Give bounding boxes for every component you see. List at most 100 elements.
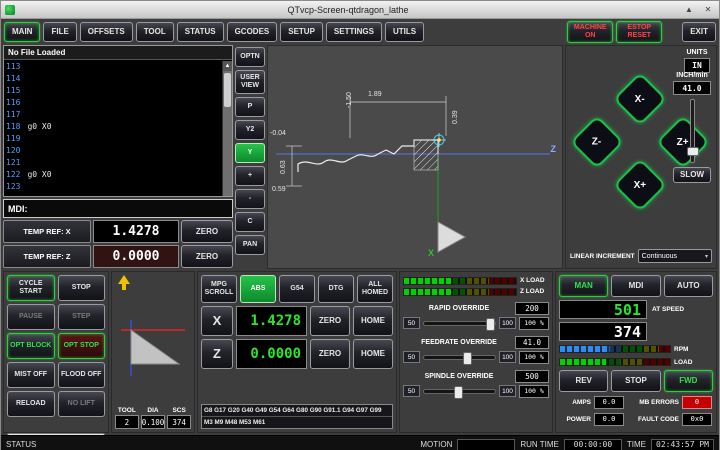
scroll-up-icon[interactable]: ▲ bbox=[223, 61, 232, 71]
mdi-mode-button[interactable]: MDI bbox=[611, 275, 660, 297]
jog-rate-block: INCH/min 41.0 SLOW bbox=[670, 72, 714, 183]
pan-button[interactable]: PAN bbox=[235, 235, 265, 255]
spindle-slider-handle[interactable] bbox=[454, 386, 463, 399]
zoom-in-button[interactable]: + bbox=[235, 166, 265, 186]
options-button[interactable]: OPTN bbox=[235, 47, 265, 67]
gremlin-preview[interactable]: 1.89 -1.50 0.39 -0.04 0.63 0.59 Z X bbox=[267, 45, 563, 269]
gcode-viewer[interactable]: No File Loaded 113 114 115 116 117 118g0… bbox=[3, 45, 233, 197]
g54-button[interactable]: G54 bbox=[279, 275, 315, 303]
tool-dia-value: 0.100 bbox=[141, 415, 166, 429]
linear-increment-select[interactable]: Continuous ▾ bbox=[638, 249, 712, 263]
auto-mode-button[interactable]: AUTO bbox=[664, 275, 713, 297]
x-home-button[interactable]: HOME bbox=[353, 306, 393, 336]
list-item[interactable]: 115 bbox=[6, 85, 221, 97]
x-axis-label: X bbox=[428, 248, 434, 258]
jog-rate-display: 41.0 bbox=[673, 81, 711, 95]
user-view-button[interactable]: USER VIEW bbox=[235, 70, 265, 94]
zero-x-button[interactable]: ZERO bbox=[181, 220, 233, 243]
jog-x-minus-button[interactable]: X- bbox=[613, 72, 667, 126]
feed-override-slider[interactable] bbox=[423, 355, 496, 360]
step-button[interactable]: STEP bbox=[58, 304, 106, 330]
list-item[interactable]: 114 bbox=[6, 73, 221, 85]
feed-slider-handle[interactable] bbox=[463, 352, 472, 365]
close-button[interactable]: ✕ bbox=[700, 3, 716, 17]
slow-button[interactable]: SLOW bbox=[673, 167, 711, 183]
motion-label: MOTION bbox=[420, 440, 452, 449]
scrollbar-thumb[interactable] bbox=[224, 73, 231, 107]
mdi-history-list[interactable]: 113 114 115 116 117 118g0 X0 119 120 121… bbox=[6, 61, 221, 195]
list-item[interactable]: 122g0 X0 bbox=[6, 169, 221, 181]
flood-button[interactable]: FLOOD OFF bbox=[58, 362, 106, 388]
list-item[interactable]: 113 bbox=[6, 61, 221, 73]
program-stop-button[interactable]: STOP bbox=[58, 275, 106, 301]
estop-reset-button[interactable]: ESTOP RESET bbox=[616, 21, 662, 43]
zero-z-button[interactable]: ZERO bbox=[181, 245, 233, 268]
rpm-row: 374 bbox=[559, 322, 713, 341]
run-time-label: RUN TIME bbox=[520, 440, 559, 449]
feed-min-label: 50 bbox=[403, 351, 420, 363]
list-item[interactable]: 120 bbox=[6, 145, 221, 157]
spindle-override-slider[interactable] bbox=[423, 389, 496, 394]
feed-override-value: 41.0 bbox=[515, 336, 549, 349]
cycle-start-button[interactable]: CYCLE START bbox=[7, 275, 55, 301]
pause-button[interactable]: PAUSE bbox=[7, 304, 55, 330]
tab-tool[interactable]: TOOL bbox=[136, 22, 174, 42]
tool-cone-icon bbox=[438, 222, 465, 252]
spindle-rev-button[interactable]: REV bbox=[559, 370, 608, 392]
x-axis-button[interactable]: X bbox=[201, 306, 233, 336]
override-panel: X LOAD Z LOAD RAPID OVERRIDE 200 50 100 … bbox=[399, 271, 553, 433]
no-lift-button[interactable]: NO LIFT bbox=[58, 391, 106, 417]
view-p-button[interactable]: P bbox=[235, 97, 265, 117]
zoom-out-button[interactable]: - bbox=[235, 189, 265, 209]
spindle-stop-button[interactable]: STOP bbox=[611, 370, 660, 392]
line-number: 116 bbox=[6, 98, 20, 107]
mist-button[interactable]: MIST OFF bbox=[7, 362, 55, 388]
jog-rate-slider-handle[interactable] bbox=[687, 147, 699, 156]
mpg-scroll-button[interactable]: MPG SCROLL bbox=[201, 275, 237, 303]
tab-offsets[interactable]: OFFSETS bbox=[80, 22, 133, 42]
abs-button[interactable]: ABS bbox=[240, 275, 276, 303]
tab-gcodes[interactable]: GCODES bbox=[227, 22, 278, 42]
view-y2-button[interactable]: Y2 bbox=[235, 120, 265, 140]
z-axis-button[interactable]: Z bbox=[201, 339, 233, 369]
tab-main[interactable]: MAIN bbox=[4, 22, 40, 42]
maximize-button[interactable]: ▲ bbox=[681, 3, 697, 17]
z-zero-button[interactable]: ZERO bbox=[310, 339, 350, 369]
tab-status[interactable]: STATUS bbox=[177, 22, 224, 42]
spindle-fwd-button[interactable]: FWD bbox=[664, 370, 713, 392]
list-item[interactable]: 121 bbox=[6, 157, 221, 169]
tab-settings[interactable]: SETTINGS bbox=[326, 22, 382, 42]
tab-utils[interactable]: UTILS bbox=[385, 22, 424, 42]
list-item[interactable]: 119 bbox=[6, 133, 221, 145]
clear-view-button[interactable]: C bbox=[235, 212, 265, 232]
list-item[interactable]: 116 bbox=[6, 97, 221, 109]
z-home-button[interactable]: HOME bbox=[353, 339, 393, 369]
scrollbar[interactable]: ▲ bbox=[222, 61, 232, 196]
tab-setup[interactable]: SETUP bbox=[280, 22, 323, 42]
x-zero-button[interactable]: ZERO bbox=[310, 306, 350, 336]
list-item[interactable]: 117 bbox=[6, 109, 221, 121]
run-time-value: 00:00:00 bbox=[564, 439, 622, 450]
all-homed-button[interactable]: ALL HOMED bbox=[357, 275, 393, 303]
tab-file[interactable]: FILE bbox=[43, 22, 76, 42]
list-item[interactable]: 123 bbox=[6, 181, 221, 193]
jog-rate-slider[interactable] bbox=[690, 99, 695, 163]
temp-ref-z-row: TEMP REF: Z 0.0000 ZERO bbox=[3, 245, 233, 268]
mdi-input[interactable]: MDI: bbox=[3, 199, 233, 218]
view-y-button[interactable]: Y bbox=[235, 143, 265, 163]
jog-x-plus-button[interactable]: X+ bbox=[613, 158, 667, 212]
jog-z-minus-button[interactable]: Z- bbox=[570, 115, 624, 169]
rapid-override-slider[interactable] bbox=[423, 321, 496, 326]
feed-override-label: FEEDRATE OVERRIDE bbox=[403, 339, 515, 346]
opt-stop-button[interactable]: OPT STOP bbox=[58, 333, 106, 359]
man-mode-button[interactable]: MAN bbox=[559, 275, 608, 297]
list-item[interactable]: 118g0 X0 bbox=[6, 121, 221, 133]
jog-x-minus-label: X- bbox=[635, 94, 645, 105]
machine-on-button[interactable]: MACHINE ON bbox=[567, 21, 613, 43]
rapid-slider-handle[interactable] bbox=[486, 318, 495, 331]
exit-button[interactable]: EXIT bbox=[682, 22, 716, 42]
spindle-panel: MAN MDI AUTO 501 AT SPEED 374 RPM LOAD R… bbox=[555, 271, 717, 433]
reload-button[interactable]: RELOAD bbox=[7, 391, 55, 417]
dtg-button[interactable]: DTG bbox=[318, 275, 354, 303]
opt-block-button[interactable]: OPT BLOCK bbox=[7, 333, 55, 359]
